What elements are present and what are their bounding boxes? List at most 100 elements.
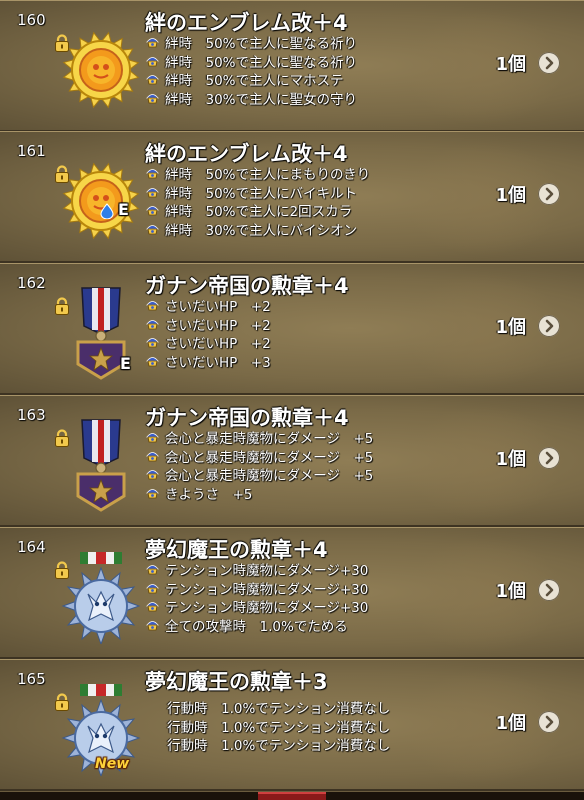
lock-icon[interactable] [53, 693, 71, 711]
effect-line: 会心と暴走時魔物にダメージ +5 [145, 430, 373, 449]
effect-line: 全ての攻撃時 1.0%でためる [145, 618, 368, 637]
effect-line: 絆時 50%で主人に聖なる祈り [145, 35, 357, 54]
item-count: 1個 [495, 54, 526, 75]
lock-icon[interactable] [53, 165, 71, 183]
item-name: 絆のエンブレム改＋4 [145, 142, 348, 166]
effect-line: 会心と暴走時魔物にダメージ +5 [145, 467, 373, 486]
effect-text: 全ての攻撃時 1.0%でためる [165, 618, 348, 635]
effect-list: 絆時 50%で主人にまもりのきり絆時 50%で主人にバイキルト 絆時 50%で主人… [145, 166, 370, 240]
item-name: 絆のエンブレム改＋4 [145, 11, 348, 35]
item-count: 1個 [495, 185, 526, 206]
effect-line: 行動時 1.0%でテンション消費なし [145, 700, 390, 719]
item-count: 1個 [495, 713, 526, 734]
chevron-right-icon[interactable] [538, 315, 560, 337]
effect-text: 絆時 50%で主人に2回スカラ [165, 204, 353, 220]
effect-text: テンション時魔物にダメージ+30 [165, 563, 369, 579]
effect-line: テンション時魔物にダメージ+30 [145, 581, 368, 600]
effect-text: 絆時 50%で主人にまもりのきり [165, 167, 371, 183]
list-item[interactable]: 162 E ガナン帝国の勲章＋4 さいだいHP +2 さいだいHP +2 さいだいHP +… [0, 263, 584, 395]
effect-text: 会心と暴走時魔物にダメージ +5 [165, 431, 374, 447]
item-number: 163 [17, 406, 46, 424]
list-item[interactable]: 165 New 夢幻魔王の勲章＋3 行動時 1.0%でテンション消費なし 行動時 1.0… [0, 659, 584, 791]
demon-medal-icon [60, 550, 142, 646]
effect-line: 絆時 30%で主人に聖女の守り [145, 91, 357, 110]
bond-crest-icon [145, 599, 160, 614]
bond-crest-icon [145, 562, 160, 577]
bond-crest-icon [145, 35, 160, 50]
effect-list: さいだいHP +2 さいだいHP +2 さいだいHP +2 さいだいHP +3 [145, 298, 271, 372]
bond-crest-icon [145, 72, 160, 87]
effect-line: 絆時 30%で主人にバイシオン [145, 222, 370, 241]
bond-crest-icon [145, 317, 160, 332]
item-count: 1個 [495, 317, 526, 338]
effect-line: 会心と暴走時魔物にダメージ +5 [145, 449, 373, 468]
effect-text: 絆時 50%で主人に聖なる祈り [165, 54, 358, 71]
new-badge: New [95, 756, 130, 772]
chevron-right-icon[interactable] [538, 711, 560, 733]
chevron-right-icon[interactable] [538, 447, 560, 469]
item-number: 162 [17, 274, 46, 292]
effect-line: 絆時 50%で主人に聖なる祈り [145, 54, 357, 73]
chevron-right-icon[interactable] [538, 52, 560, 74]
list-item[interactable]: 160 絆のエンブレム改＋4 絆時 50%で主人に聖なる祈り 絆時 50%で主人に聖な… [0, 0, 584, 132]
effect-line: 行動時 1.0%でテンション消費なし [145, 737, 390, 756]
effect-line: さいだいHP +2 [145, 298, 271, 317]
bond-crest-icon [145, 486, 160, 501]
item-number: 165 [17, 670, 46, 688]
equipped-mark: E [118, 200, 129, 219]
bond-crest-icon [145, 185, 160, 200]
bond-crest-icon [145, 467, 160, 482]
effect-list: 会心と暴走時魔物にダメージ +5 会心と暴走時魔物にダメージ +5 会心と暴走時魔物… [145, 430, 373, 504]
item-name: 夢幻魔王の勲章＋3 [145, 670, 328, 694]
equipped-drop-icon [98, 203, 116, 223]
bond-crest-icon [145, 335, 160, 350]
bond-crest-icon [145, 430, 160, 445]
effect-line: 絆時 50%で主人にマホステ [145, 72, 357, 91]
effect-text: テンション時魔物にダメージ+30 [165, 581, 369, 598]
list-item[interactable]: 161 E 絆のエンブレム改＋4 絆時 50%で主人にまもりのきり 絆時 50%で主人に… [0, 131, 584, 263]
effect-line: 絆時 50%で主人にまもりのきり [145, 166, 370, 185]
item-number: 160 [17, 11, 46, 29]
effect-text: さいだいHP +2 [165, 317, 271, 334]
chevron-right-icon[interactable] [538, 579, 560, 601]
chevron-right-icon[interactable] [538, 183, 560, 205]
effect-text: 絆時 50%で主人にマホステ [165, 73, 344, 89]
bond-crest-icon [145, 54, 160, 69]
effect-text: 絆時 50%で主人に聖なる祈り [165, 36, 358, 52]
effect-text: さいだいHP +2 [165, 336, 271, 352]
effect-list: 行動時 1.0%でテンション消費なし 行動時 1.0%でテンション消費なし 行動時 … [145, 700, 390, 756]
lock-icon[interactable] [53, 429, 71, 447]
list-item[interactable]: 163 ガナン帝国の勲章＋4 会心と暴走時魔物にダメージ +5 会心と暴走時魔物にダメ… [0, 395, 584, 527]
ganan-medal-icon [60, 418, 142, 512]
effect-list: テンション時魔物にダメージ+30 テンション時魔物にダメージ+30 テンション時魔物… [145, 562, 368, 636]
item-number: 164 [17, 538, 46, 556]
lock-icon[interactable] [53, 561, 71, 579]
effect-list: 絆時 50%で主人に聖なる祈り 絆時 50%で主人に聖なる祈り 絆時 50%で主人に… [145, 35, 357, 109]
effect-text: きようさ +5 [165, 486, 253, 503]
effect-text: 絆時 30%で主人にバイシオン [165, 222, 358, 239]
bond-crest-icon [145, 203, 160, 218]
bond-crest-icon [145, 91, 160, 106]
bond-crest-icon [145, 298, 160, 313]
effect-line: さいだいHP +3 [145, 354, 271, 373]
bond-crest-icon [145, 166, 160, 181]
bottom-bar [0, 792, 584, 800]
bottom-tab-button[interactable] [258, 792, 326, 800]
effect-text: 会心と暴走時魔物にダメージ +5 [165, 468, 374, 484]
list-item[interactable]: 164 夢幻魔王の勲章＋4 テンション時魔物にダメージ+30 テンション時魔物にダメー… [0, 527, 584, 659]
bond-crest-icon [145, 581, 160, 596]
effect-text: 行動時 1.0%でテンション消費なし [167, 719, 391, 736]
effect-text: テンション時魔物にダメージ+30 [165, 600, 369, 616]
effect-text: 絆時 30%で主人に聖女の守り [165, 91, 358, 108]
effect-line: さいだいHP +2 [145, 335, 271, 354]
item-name: 夢幻魔王の勲章＋4 [145, 538, 328, 562]
effect-text: 行動時 1.0%でテンション消費なし [167, 738, 391, 754]
effect-line: 行動時 1.0%でテンション消費なし [145, 719, 390, 738]
effect-line: テンション時魔物にダメージ+30 [145, 562, 368, 581]
lock-icon[interactable] [53, 34, 71, 52]
sun-emblem-icon [60, 154, 142, 248]
lock-icon[interactable] [53, 297, 71, 315]
bond-crest-icon [145, 618, 160, 633]
effect-line: 絆時 50%で主人にバイキルト [145, 185, 370, 204]
effect-text: 行動時 1.0%でテンション消費なし [167, 701, 391, 717]
